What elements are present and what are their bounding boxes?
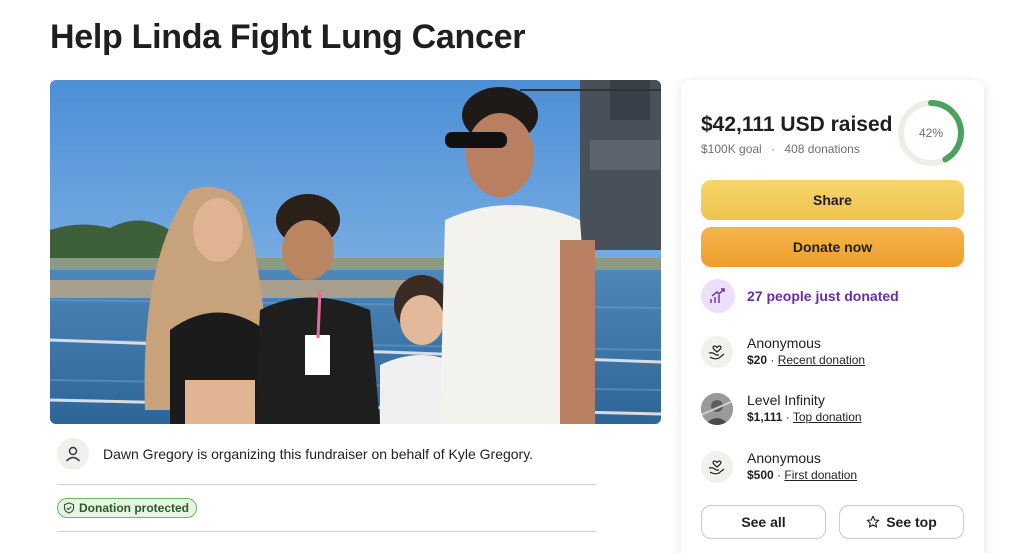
see-top-button[interactable]: See top	[839, 505, 964, 539]
trending-up-icon-wrap	[701, 279, 735, 313]
goal-amount: $100K goal	[701, 142, 762, 156]
donor-separator: ·	[767, 353, 778, 367]
trending-up-icon	[710, 288, 725, 303]
amount-raised: $42,111 USD raised	[701, 113, 893, 136]
donation-tag-link[interactable]: Recent donation	[778, 353, 865, 367]
recent-activity[interactable]: 27 people just donated	[701, 279, 899, 313]
avatar-photo	[701, 393, 733, 425]
share-button[interactable]: Share	[701, 180, 964, 220]
see-all-button[interactable]: See all	[701, 505, 826, 539]
donor-separator: ·	[782, 410, 793, 424]
donation-item: Level Infinity $1,111 · Top donation	[701, 391, 862, 427]
recent-activity-text: 27 people just donated	[747, 288, 899, 304]
page-title: Help Linda Fight Lung Cancer	[50, 18, 526, 56]
organizer-text: Dawn Gregory is organizing this fundrais…	[103, 446, 534, 462]
donation-tag-link[interactable]: First donation	[784, 468, 857, 482]
donor-avatar	[701, 336, 733, 368]
donor-amount: $1,111	[747, 410, 783, 424]
donate-now-button[interactable]: Donate now	[701, 227, 964, 267]
donation-card: $42,111 USD raised $100K goal · 408 dona…	[681, 80, 984, 553]
donations-count: 408 donations	[784, 142, 860, 156]
goal-meta: $100K goal · 408 donations	[701, 142, 860, 156]
organizer-avatar	[57, 438, 89, 470]
heart-hands-icon	[708, 345, 725, 360]
donor-avatar	[701, 451, 733, 483]
person-icon	[65, 446, 81, 462]
donation-protected-badge[interactable]: Donation protected	[57, 498, 197, 518]
donor-name: Anonymous	[747, 335, 821, 351]
heart-hands-icon	[708, 460, 725, 475]
donation-tag-link[interactable]: Top donation	[793, 410, 862, 424]
donor-amount: $500	[747, 468, 774, 482]
divider	[57, 484, 597, 485]
meta-separator: ·	[771, 142, 776, 156]
donor-name: Level Infinity	[747, 392, 825, 408]
hero-photo	[50, 80, 661, 424]
organizer-row: Dawn Gregory is organizing this fundrais…	[57, 436, 597, 472]
donor-separator: ·	[773, 468, 785, 482]
see-top-label: See top	[886, 514, 937, 530]
star-icon	[866, 515, 880, 528]
badge-label: Donation protected	[79, 501, 189, 515]
hero-photo-illustration	[50, 80, 661, 424]
donor-name: Anonymous	[747, 450, 821, 466]
progress-percent: 42%	[918, 126, 944, 140]
donor-avatar-photo	[701, 393, 733, 425]
donation-item: Anonymous $20 · Recent donation	[701, 334, 865, 370]
divider	[57, 531, 597, 532]
donation-item: Anonymous $500 · First donation	[701, 449, 857, 485]
donor-amount: $20	[747, 353, 768, 367]
shield-check-icon	[63, 502, 75, 514]
